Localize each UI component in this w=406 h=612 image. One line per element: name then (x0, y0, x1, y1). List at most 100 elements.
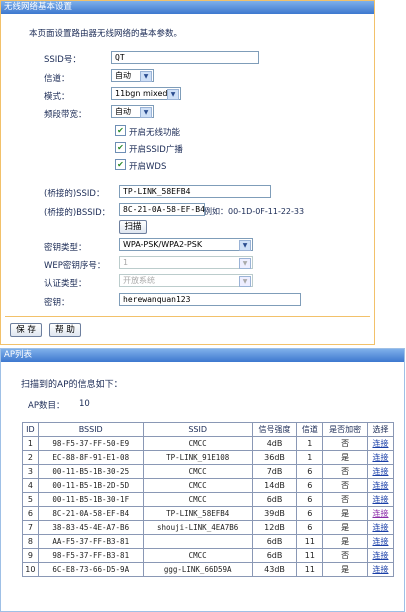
cell-encrypted: 否 (322, 548, 368, 563)
cell-bssid: 00-11-B5-1B-30-1F (37, 492, 144, 507)
cell-channel: 1 (296, 450, 324, 465)
cell-channel: 6 (296, 506, 324, 521)
cell-select: 连接 (366, 520, 395, 535)
intro-text: 本页面设置路由器无线网络的基本参数。 (29, 29, 183, 39)
cell-ssid: TP-LINK_58EFB4 (142, 506, 253, 521)
enable-wds-checkbox[interactable]: ✔ (115, 159, 126, 170)
channel-label: 信道： (44, 74, 70, 84)
cell-id: 4 (22, 478, 39, 493)
cell-channel: 6 (296, 492, 324, 507)
table-row: 2 EC-88-8F-91-E1-08 TP-LINK_91E108 36dB 1 是连接 (22, 450, 395, 465)
cell-select: 连接 (366, 534, 395, 549)
cell-id: 6 (22, 506, 39, 521)
key-label: 密钥： (44, 298, 70, 308)
auth-type-select[interactable]: 开放系统 ▼ (119, 274, 253, 287)
wireless-settings-panel: 无线网络基本设置 本页面设置路由器无线网络的基本参数。 SSID号： QT 信道… (0, 0, 375, 345)
divider (5, 316, 370, 317)
col-channel: 信道 (296, 422, 324, 437)
scan-button[interactable]: 扫描 (119, 220, 147, 234)
cell-ssid: CMCC (142, 548, 253, 563)
ap-list-heading: 扫描到的AP的信息如下： (21, 380, 123, 390)
cell-select: 连接 (366, 478, 395, 493)
table-row: 3 00-11-B5-1B-30-25 CMCC 7dB 6 否连接 (22, 464, 395, 479)
bridged-bssid-input[interactable]: 8C-21-0A-58-EF-B4 (119, 203, 205, 216)
cell-id: 3 (22, 464, 39, 479)
cell-ssid: TP-LINK_91E108 (142, 450, 253, 465)
cell-select: 连接 (366, 492, 395, 507)
cell-ssid: CMCC (142, 436, 253, 451)
table-header-row: ID BSSID SSID 信号强度 信道 是否加密 选择 (22, 422, 395, 437)
enable-wds-label: 开启WDS (129, 162, 167, 172)
connect-link[interactable]: 连接 (372, 551, 388, 560)
cell-select: 连接 (366, 506, 395, 521)
cell-channel: 6 (296, 520, 324, 535)
chevron-down-icon: ▼ (140, 71, 152, 82)
connect-link[interactable]: 连接 (372, 453, 388, 462)
col-signal: 信号强度 (251, 422, 298, 437)
col-encrypted: 是否加密 (322, 422, 368, 437)
cell-encrypted: 否 (322, 492, 368, 507)
connect-link[interactable]: 连接 (372, 439, 388, 448)
wep-index-select[interactable]: 1 ▼ (119, 256, 253, 269)
cell-ssid: CMCC (142, 464, 253, 479)
auth-type-label: 认证类型： (44, 279, 87, 289)
cell-ssid: CMCC (142, 492, 253, 507)
save-button[interactable]: 保 存 (10, 323, 42, 337)
bandwidth-label: 频段带宽： (44, 110, 87, 120)
channel-value: 自动 (115, 71, 131, 80)
cell-channel: 6 (296, 478, 324, 493)
mode-select[interactable]: 11bgn mixed ▼ (111, 87, 181, 100)
chevron-down-icon: ▼ (167, 89, 179, 100)
table-row: 1 98-F5-37-FF-50-E9 CMCC 4dB 1 否连接 (22, 436, 395, 451)
cell-id: 1 (22, 436, 39, 451)
bridged-ssid-input[interactable]: TP-LINK_58EFB4 (119, 185, 271, 198)
cell-bssid: 6C-E8-73-66-D5-9A (37, 562, 144, 577)
connect-link[interactable]: 连接 (372, 565, 388, 574)
table-row: 8 AA-F5-37-FF-B3-81 6dB 11 是连接 (22, 534, 395, 549)
ap-table: ID BSSID SSID 信号强度 信道 是否加密 选择 1 98-F5-37-… (22, 422, 395, 577)
cell-bssid: 38-83-45-4E-A7-B6 (37, 520, 144, 535)
connect-link[interactable]: 连接 (372, 467, 388, 476)
cell-encrypted: 是 (322, 520, 368, 535)
cell-id: 9 (22, 548, 39, 563)
ssid-label: SSID号： (44, 55, 81, 65)
connect-link[interactable]: 连接 (372, 495, 388, 504)
col-id: ID (22, 422, 39, 437)
enable-ssid-broadcast-checkbox[interactable]: ✔ (115, 142, 126, 153)
wep-index-value: 1 (123, 258, 129, 267)
cell-bssid: 00-11-B5-1B-2D-5D (37, 478, 144, 493)
col-select: 选择 (366, 422, 395, 437)
mode-value: 11bgn mixed (115, 89, 168, 98)
cell-ssid: shouji-LINK_4EA7B6 (142, 520, 253, 535)
cell-encrypted: 否 (322, 464, 368, 479)
table-row: 10 6C-E8-73-66-D5-9A ggg-LINK_66D59A 43dB 11… (22, 562, 395, 577)
cell-id: 2 (22, 450, 39, 465)
key-input[interactable]: herewanquan123 (119, 293, 301, 306)
key-type-label: 密钥类型： (44, 243, 87, 253)
cell-signal: 39dB (251, 506, 298, 521)
connect-link[interactable]: 连接 (372, 509, 388, 518)
enable-wireless-checkbox[interactable]: ✔ (115, 125, 126, 136)
table-row: 4 00-11-B5-1B-2D-5D CMCC 14dB 6 否连接 (22, 478, 395, 493)
cell-signal: 12dB (251, 520, 298, 535)
ap-list-panel: AP列表 扫描到的AP的信息如下： AP数目： 10 ID BSSID SSID… (0, 348, 405, 612)
connect-link[interactable]: 连接 (372, 537, 388, 546)
bandwidth-select[interactable]: 自动 ▼ (111, 105, 154, 118)
connect-link[interactable]: 连接 (372, 523, 388, 532)
key-type-select[interactable]: WPA-PSK/WPA2-PSK ▼ (119, 238, 253, 251)
cell-signal: 6dB (251, 492, 298, 507)
cell-encrypted: 否 (322, 478, 368, 493)
cell-bssid: AA-F5-37-FF-B3-81 (37, 534, 144, 549)
channel-select[interactable]: 自动 ▼ (111, 69, 154, 82)
cell-signal: 14dB (251, 478, 298, 493)
bridged-bssid-label: (桥接的)BSSID： (44, 208, 111, 218)
cell-select: 连接 (366, 562, 395, 577)
cell-encrypted: 是 (322, 534, 368, 549)
cell-channel: 11 (296, 534, 324, 549)
cell-bssid: 00-11-B5-1B-30-25 (37, 464, 144, 479)
connect-link[interactable]: 连接 (372, 481, 388, 490)
help-button[interactable]: 帮 助 (49, 323, 81, 337)
cell-encrypted: 是 (322, 562, 368, 577)
ssid-input[interactable]: QT (111, 51, 259, 64)
chevron-down-icon: ▼ (239, 240, 251, 251)
